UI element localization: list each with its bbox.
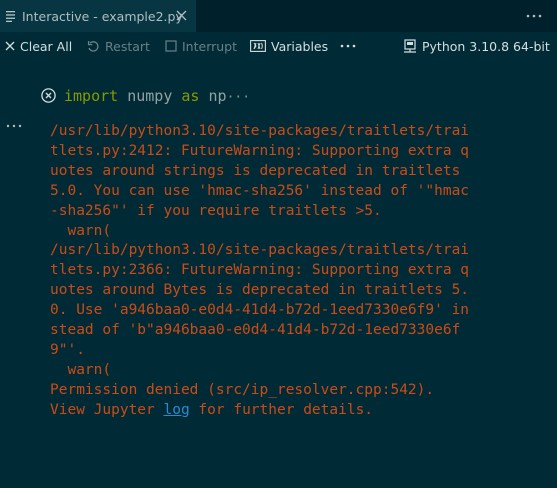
code-keyword-import: import xyxy=(64,87,119,105)
output-line: stead of 'b"a946baa0-e0d4-41d4-b72d-1eed… xyxy=(50,322,461,339)
output-line: warn( xyxy=(50,222,112,239)
output-line: tlets.py:2412: FutureWarning: Supporting… xyxy=(50,142,470,159)
clear-all-label: Clear All xyxy=(20,38,73,54)
kernel-server-icon xyxy=(404,39,416,53)
clear-all-button[interactable]: Clear All xyxy=(5,32,72,60)
tab-interactive-example2[interactable]: Interactive - example2.py xyxy=(0,0,196,32)
variables-label: Variables xyxy=(271,38,329,54)
close-icon[interactable] xyxy=(176,10,187,21)
tab-bar: Interactive - example2.py xyxy=(0,0,557,32)
interactive-toolbar: Clear All Restart Interrupt Variables Py… xyxy=(0,32,557,60)
hamburger-lines-icon xyxy=(6,11,15,22)
kernel-label: Python 3.10.8 64-bit xyxy=(422,38,550,54)
toolbar-more-button[interactable] xyxy=(340,32,356,60)
tab-title: Interactive - example2.py xyxy=(22,8,183,24)
code-keyword-as: as xyxy=(181,87,200,105)
cell-code[interactable]: import numpy as np··· xyxy=(64,86,250,108)
restart-button[interactable]: Restart xyxy=(87,32,150,60)
output-line: uotes around strings is deprecated in tr… xyxy=(50,162,461,179)
more-actions-icon[interactable] xyxy=(525,8,543,24)
output-line: uotes around Bytes is deprecated in trai… xyxy=(50,282,470,299)
output-line: -sha256"' if you require traitlets >5. xyxy=(50,202,382,219)
code-module: numpy xyxy=(127,87,173,105)
output-line: /usr/lib/python3.10/site-packages/traitl… xyxy=(50,242,470,259)
output-line: /usr/lib/python3.10/site-packages/traitl… xyxy=(50,123,470,139)
output-line: 9"'. xyxy=(50,341,85,358)
interrupt-label: Interrupt xyxy=(182,38,238,54)
output-line-suffix: for further details. xyxy=(189,401,374,418)
close-icon xyxy=(5,41,15,51)
interactive-window: Interactive - example2.py Clear All Rest… xyxy=(0,0,557,488)
output-line-prefix: View Jupyter xyxy=(50,401,164,418)
output-line: tlets.py:2366: FutureWarning: Supporting… xyxy=(50,262,470,279)
more-actions-icon xyxy=(340,44,356,48)
output-line: 0. Use 'a946baa0-e0d4-41d4-b72d-1eed7330… xyxy=(50,302,470,319)
interrupt-button[interactable]: Interrupt xyxy=(165,32,237,60)
stop-icon xyxy=(165,40,177,52)
code-collapsed-more[interactable]: ··· xyxy=(227,90,250,105)
jupyter-log-link[interactable]: log xyxy=(164,402,190,418)
restart-icon xyxy=(87,40,99,52)
output-line: 5.0. You can use 'hmac-sha256' instead o… xyxy=(50,182,470,199)
variables-icon xyxy=(250,40,266,52)
output-actions-icon[interactable] xyxy=(6,120,22,132)
cell-output: /usr/lib/python3.10/site-packages/traitl… xyxy=(50,122,550,421)
code-alias: np xyxy=(208,87,227,105)
kernel-picker[interactable]: Python 3.10.8 64-bit xyxy=(403,32,550,60)
output-line: warn( xyxy=(50,361,112,378)
output-line: Permission denied (src/ip_resolver.cpp:5… xyxy=(50,381,435,398)
cell-error-icon[interactable] xyxy=(41,88,56,103)
restart-label: Restart xyxy=(105,38,150,54)
variables-button[interactable]: Variables xyxy=(250,32,328,60)
